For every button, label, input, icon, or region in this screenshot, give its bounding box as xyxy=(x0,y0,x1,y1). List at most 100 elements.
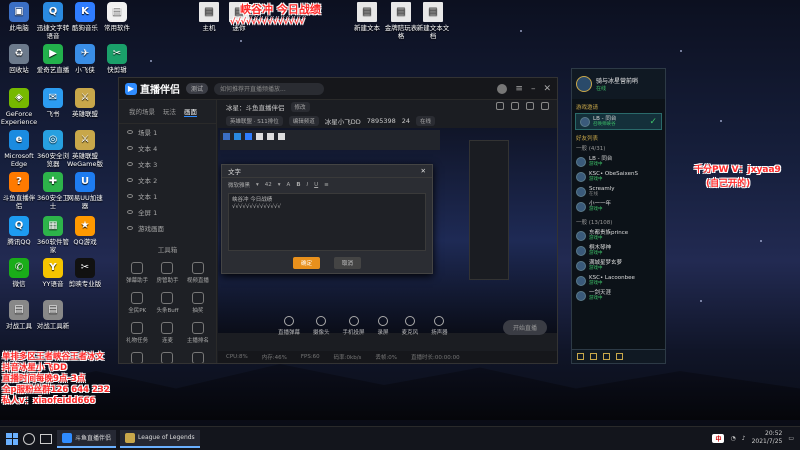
invite-item[interactable]: LB - 同台 召唤师峡谷 ✓ xyxy=(575,113,662,130)
edit-channel-chip[interactable]: 编辑频道 xyxy=(288,116,319,126)
menu-icon[interactable]: ≡ xyxy=(515,84,523,94)
toolbox-item[interactable]: 更多 xyxy=(123,352,151,363)
desktop-icon[interactable]: ⚔ 英雄联盟 xyxy=(66,88,104,118)
avatar[interactable] xyxy=(497,83,508,94)
align-icon[interactable]: ≡ xyxy=(324,182,329,188)
layer-item[interactable]: 场景 1 xyxy=(119,124,216,140)
network-icon[interactable]: ◔ xyxy=(730,435,735,442)
bottom-tool[interactable]: 麦克风 xyxy=(402,316,418,336)
visibility-icon[interactable] xyxy=(127,194,133,198)
friend-item[interactable]: Screamly 在线 xyxy=(572,184,665,199)
friend-group-2[interactable]: 一般 (13/108) xyxy=(572,214,665,228)
minimize-icon[interactable]: – xyxy=(531,84,536,94)
accept-icon[interactable]: ✓ xyxy=(649,117,657,127)
friend-group-1[interactable]: 一般 (4/31) xyxy=(572,144,665,154)
dialog-text-area[interactable]: 峡谷冲 今日战绩 √√√√√√√√√√√√√√ xyxy=(228,193,426,251)
desktop-icon[interactable]: ▣ 此电脑 xyxy=(0,2,38,32)
toolbox-item[interactable]: 设置 xyxy=(184,352,212,363)
toolbox-item[interactable]: 房管助手 xyxy=(153,262,181,284)
color-icon[interactable]: A xyxy=(287,182,291,188)
settings-icon[interactable] xyxy=(603,353,610,360)
layer-item[interactable]: 文本 1 xyxy=(119,188,216,204)
share-icon[interactable] xyxy=(496,102,504,110)
desktop-icon[interactable]: ★ QQ游戏 xyxy=(66,216,104,246)
desktop-icon[interactable]: ▤ 对战工具 xyxy=(0,300,38,330)
desktop-icon[interactable]: ▤ 对战工具新 xyxy=(34,300,72,330)
chat-icon[interactable] xyxy=(577,353,584,360)
search-input[interactable]: 如何推荐开直播频播放... xyxy=(214,82,325,95)
desktop-icon[interactable]: ✂ 剪映专业版 xyxy=(66,258,104,288)
desktop-icon[interactable]: U 网易UU加速器 xyxy=(66,172,104,210)
help-icon[interactable] xyxy=(616,353,623,360)
desktop-icon[interactable]: ✆ 微信 xyxy=(0,258,38,288)
tab-gameplay[interactable]: 玩法 xyxy=(163,106,176,117)
friend-item[interactable]: KSC• ObeSaixenS 游戏中 xyxy=(572,169,665,184)
toolbox-item[interactable]: 头条Buff xyxy=(153,292,181,314)
start-live-button[interactable]: 开始直播 xyxy=(502,320,547,335)
toolbox-item[interactable]: 抽奖 xyxy=(184,292,212,314)
friend-item[interactable]: 东都贵族prince 游戏中 xyxy=(572,228,665,243)
friend-item[interactable]: 小一一年 游戏中 xyxy=(572,199,665,214)
desktop-icon[interactable]: ? 斗鱼直播伴侣 xyxy=(0,172,38,210)
bottom-tool[interactable]: 手机投屏 xyxy=(343,316,365,336)
clock[interactable]: 20:52 2021/7/25 xyxy=(752,430,783,446)
desktop-icon[interactable]: e Microsoft Edge xyxy=(0,130,38,168)
notification-icon[interactable]: ▭ xyxy=(788,435,794,442)
friend-item[interactable]: 满城星梦玄萝 游戏中 xyxy=(572,258,665,273)
visibility-icon[interactable] xyxy=(127,210,133,214)
taskbar-app[interactable]: 斗鱼直播伴侣 xyxy=(57,429,117,448)
toolbox-item[interactable]: 连麦 xyxy=(153,322,181,344)
toolbox-item[interactable]: 下载 xyxy=(153,352,181,363)
friend-item[interactable]: LB - 同台 游戏中 xyxy=(572,154,665,169)
italic-icon[interactable]: I xyxy=(307,182,309,188)
toolbox-item[interactable]: 弹幕助手 xyxy=(123,262,151,284)
toolbox-item[interactable]: 视频直播 xyxy=(184,262,212,284)
bottom-tool[interactable]: 摄像头 xyxy=(313,316,330,336)
ime-indicator[interactable]: 中 xyxy=(712,433,725,443)
font-size-select[interactable]: 42 xyxy=(265,182,272,188)
bottom-tool[interactable]: 直播弹幕 xyxy=(278,316,300,336)
edit-title-button[interactable]: 修改 xyxy=(290,102,310,112)
stream-preview[interactable]: 文字 ✕ 微软雅黑 ▾ 42 ▾ A B I U ≡ 峡谷冲 今日战绩 √√√√√√… xyxy=(218,128,557,333)
task-view-icon[interactable] xyxy=(40,433,52,444)
bottom-tool[interactable]: 扬声器 xyxy=(431,316,448,336)
visibility-icon[interactable] xyxy=(127,146,133,150)
avatar[interactable] xyxy=(576,76,592,92)
underline-icon[interactable]: U xyxy=(314,182,318,188)
more-icon[interactable] xyxy=(541,102,549,110)
taskbar-app[interactable]: League of Legends xyxy=(120,429,200,448)
bold-icon[interactable]: B xyxy=(296,182,300,188)
volume-icon[interactable]: ♪ xyxy=(742,435,746,442)
close-icon[interactable]: ✕ xyxy=(543,84,551,94)
layer-item[interactable]: 全屏 1 xyxy=(119,204,216,220)
desktop-icon[interactable]: ◈ GeForce Experience xyxy=(0,88,38,126)
layer-item[interactable]: 文本 2 xyxy=(119,172,216,188)
windows-start-icon[interactable] xyxy=(6,432,18,445)
settings-icon[interactable] xyxy=(526,102,534,110)
toolbox-item[interactable]: 主播排名 xyxy=(184,322,212,344)
search-icon[interactable] xyxy=(23,432,35,445)
confirm-button[interactable]: 确定 xyxy=(292,257,320,269)
desktop-file[interactable]: ▤ 新建文本 xyxy=(348,2,386,32)
layer-item[interactable]: 游戏画面 xyxy=(119,220,216,236)
cancel-button[interactable]: 取消 xyxy=(334,257,362,269)
desktop-file[interactable]: ▤ 新建文本文档 xyxy=(414,2,452,40)
visibility-icon[interactable] xyxy=(127,178,133,182)
desktop-icon[interactable]: ♻ 回收站 xyxy=(0,44,38,74)
layer-item[interactable]: 文本 4 xyxy=(119,140,216,156)
dialog-close-icon[interactable]: ✕ xyxy=(421,167,426,175)
desktop-icon[interactable]: ▤ 常用软件 xyxy=(98,2,136,32)
friend-item[interactable]: KSC• Lacoonbee 游戏中 xyxy=(572,273,665,288)
desktop-icon[interactable]: ⚔ 英雄联盟WeGame版 xyxy=(66,130,104,168)
category-chip[interactable]: 英雄联盟 · S11排位 xyxy=(226,116,283,126)
friend-item[interactable]: 桐木琴神 游戏中 xyxy=(572,243,665,258)
layer-item[interactable]: 文本 3 xyxy=(119,156,216,172)
desktop-icon[interactable]: Q 腾讯QQ xyxy=(0,216,38,246)
font-select[interactable]: 微软雅黑 xyxy=(228,181,250,189)
add-friend-icon[interactable] xyxy=(590,353,597,360)
desktop-icon[interactable]: ✂ 快剪辑 xyxy=(98,44,136,74)
toolbox-item[interactable]: 全民PK xyxy=(123,292,151,314)
visibility-icon[interactable] xyxy=(127,226,133,230)
record-icon[interactable] xyxy=(511,102,519,110)
tab-scenes[interactable]: 我的场景 xyxy=(129,106,155,117)
